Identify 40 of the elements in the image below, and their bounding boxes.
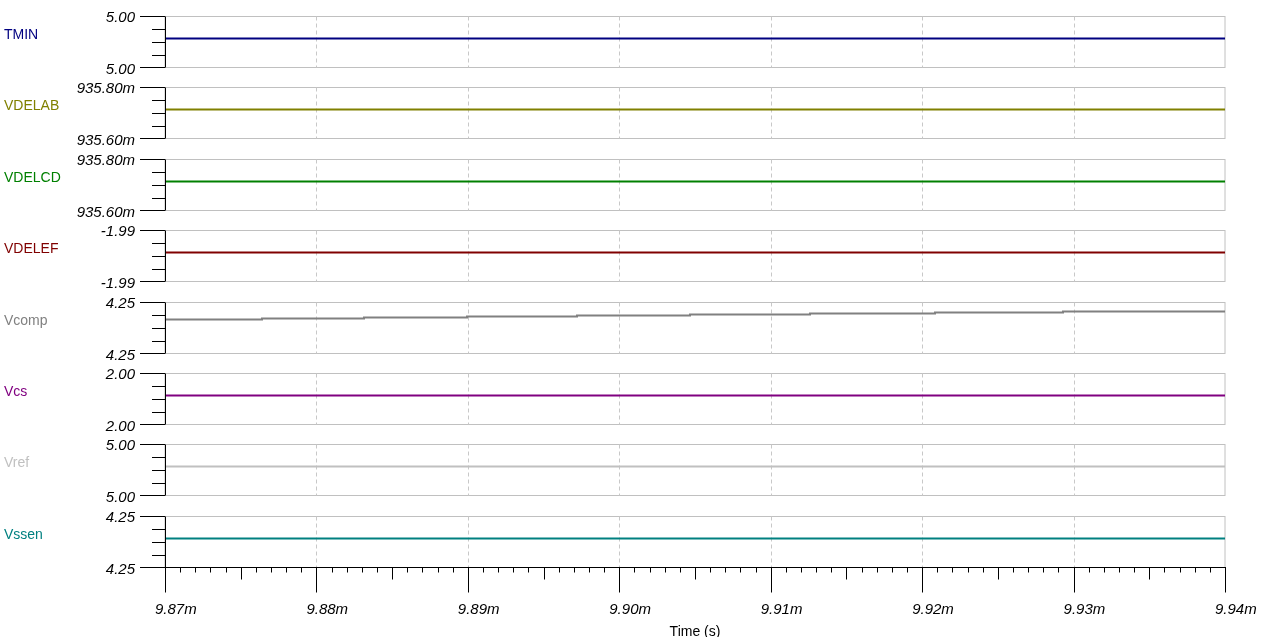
x-tick-label: 9.91m	[760, 599, 803, 617]
trace-label: VDELAB	[4, 96, 60, 113]
y-axis	[139, 87, 166, 139]
y-axis	[139, 230, 166, 282]
y-tick-label: 2.00	[105, 416, 135, 434]
y-tick-label: 5.00	[105, 59, 135, 77]
y-axis	[139, 444, 166, 496]
y-tick-label: -1.99	[100, 221, 135, 239]
x-tick-label: 9.90m	[609, 599, 651, 617]
y-tick-label: 5.00	[105, 435, 135, 453]
x-tick-label: 9.87m	[155, 599, 197, 617]
y-axis	[139, 16, 166, 68]
y-tick-label: 935.80m	[76, 150, 135, 168]
y-tick-label: 4.25	[105, 293, 135, 311]
y-axis	[139, 516, 166, 568]
x-tick-label: 9.89m	[457, 599, 500, 617]
trace-label: Vref	[4, 453, 30, 470]
y-axis	[139, 159, 166, 211]
trace-label: TMIN	[4, 25, 39, 42]
y-tick-label: 935.80m	[76, 78, 135, 96]
y-tick-label: 935.60m	[76, 202, 135, 220]
y-tick-label: 935.60m	[76, 130, 135, 148]
y-tick-label: 2.00	[105, 364, 135, 382]
x-tick-label: 9.94m	[1215, 599, 1257, 617]
trace-label: Vcomp	[4, 311, 48, 328]
x-tick-label: 9.92m	[912, 599, 954, 617]
y-tick-label: 4.25	[105, 345, 135, 363]
y-tick-label: -1.99	[100, 273, 135, 291]
trace-label: Vcs	[4, 382, 28, 399]
trace-label: VDELCD	[4, 168, 61, 185]
y-tick-label: 5.00	[105, 7, 135, 25]
y-tick-label: 4.25	[105, 507, 135, 525]
x-tick-label: 9.93m	[1063, 599, 1106, 617]
y-axis	[139, 373, 166, 425]
x-tick-label: 9.88m	[306, 599, 349, 617]
trace-label: Vssen	[4, 525, 43, 542]
trace-label: VDELEF	[4, 239, 59, 256]
y-tick-label: 5.00	[105, 487, 135, 505]
y-tick-label: 4.25	[105, 559, 135, 577]
y-axis	[139, 302, 166, 354]
